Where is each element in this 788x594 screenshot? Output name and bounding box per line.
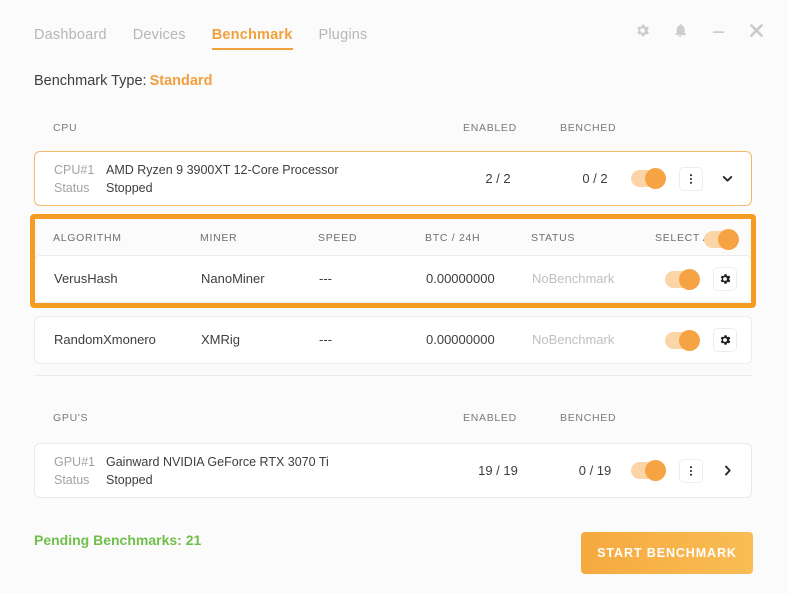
gpu-status-value: Stopped bbox=[106, 473, 153, 487]
toggle-knob bbox=[718, 229, 739, 250]
algorithm-row-actions bbox=[665, 317, 737, 363]
cpu-enable-toggle[interactable] bbox=[631, 168, 666, 189]
algorithm-speed: --- bbox=[319, 332, 332, 347]
gpu-enabled-value: 19 / 19 bbox=[478, 463, 518, 478]
speed-column-header: SPEED bbox=[318, 232, 358, 244]
minimize-icon[interactable] bbox=[708, 20, 728, 40]
cpu-enabled-value: 2 / 2 bbox=[485, 171, 511, 186]
algorithm-status: NoBenchmark bbox=[532, 332, 615, 347]
cpu-device-status-line: Status Stopped bbox=[54, 179, 339, 197]
tab-benchmark[interactable]: Benchmark bbox=[211, 27, 293, 50]
algorithm-settings-button[interactable] bbox=[713, 267, 737, 291]
algorithm-status: NoBenchmark bbox=[532, 271, 615, 286]
gpu-benched-value: 0 / 19 bbox=[578, 463, 612, 478]
benchmark-type-label: Benchmark Type: bbox=[34, 73, 147, 89]
algorithm-enable-toggle[interactable] bbox=[665, 268, 700, 290]
more-vertical-icon bbox=[689, 173, 693, 184]
benchmark-type: Benchmark Type: Standard bbox=[34, 73, 212, 89]
toggle-knob bbox=[645, 168, 666, 189]
algorithm-btc: 0.00000000 bbox=[426, 332, 495, 347]
btc-column-header: BTC / 24H bbox=[425, 232, 481, 244]
gpu-status-label: Status bbox=[54, 473, 90, 487]
gpu-column-header: GPU'S bbox=[53, 412, 89, 424]
algorithm-name: RandomXmonero bbox=[54, 332, 156, 347]
algorithm-table-header: ALGORITHM MINER SPEED BTC / 24H STATUS S… bbox=[34, 227, 752, 255]
gpu-device-model: Gainward NVIDIA GeForce RTX 3070 Ti bbox=[106, 455, 329, 469]
gpu-device-id: GPU#1 bbox=[54, 455, 95, 469]
cpu-device-row[interactable]: CPU#1 AMD Ryzen 9 3900XT 12-Core Process… bbox=[34, 151, 752, 206]
algorithm-row-randomxmonero[interactable]: RandomXmonero XMRig --- 0.00000000 NoBen… bbox=[34, 316, 752, 364]
algorithm-name: VerusHash bbox=[54, 271, 118, 286]
algorithm-miner: XMRig bbox=[201, 332, 241, 347]
cpu-benched-header: BENCHED bbox=[560, 122, 617, 134]
algorithm-speed: --- bbox=[319, 271, 332, 286]
algorithm-enable-toggle[interactable] bbox=[665, 329, 700, 351]
start-benchmark-button[interactable]: START BENCHMARK bbox=[581, 532, 753, 574]
gpu-section-header: GPU'S ENABLED BENCHED bbox=[34, 412, 754, 434]
cpu-benched-value: 0 / 2 bbox=[582, 171, 608, 186]
cpu-status-value: Stopped bbox=[106, 181, 153, 195]
select-all-toggle[interactable] bbox=[704, 229, 739, 250]
pending-benchmarks-label: Pending Benchmarks: 21 bbox=[34, 532, 202, 548]
tab-dashboard[interactable]: Dashboard bbox=[34, 27, 107, 50]
cpu-device-model: AMD Ryzen 9 3900XT 12-Core Processor bbox=[106, 163, 339, 177]
gpu-device-name-line: GPU#1 Gainward NVIDIA GeForce RTX 3070 T… bbox=[54, 453, 329, 471]
algorithm-column-header: ALGORITHM bbox=[53, 232, 122, 244]
cpu-status-label: Status bbox=[54, 181, 90, 195]
cpu-column-header: CPU bbox=[53, 122, 78, 134]
status-column-header: STATUS bbox=[531, 232, 576, 244]
window-controls bbox=[632, 20, 766, 40]
cpu-device-id: CPU#1 bbox=[54, 163, 95, 177]
gpu-enabled-header: ENABLED bbox=[463, 412, 517, 424]
gear-icon bbox=[720, 335, 731, 345]
gpu-enable-toggle[interactable] bbox=[631, 460, 666, 481]
chevron-right-icon bbox=[724, 465, 731, 476]
cpu-device-actions bbox=[631, 152, 737, 205]
main-nav-tabs: Dashboard Devices Benchmark Plugins bbox=[34, 27, 367, 50]
settings-icon[interactable] bbox=[632, 20, 652, 40]
tab-plugins[interactable]: Plugins bbox=[319, 27, 368, 50]
tab-devices[interactable]: Devices bbox=[133, 27, 186, 50]
algorithm-btc: 0.00000000 bbox=[426, 271, 495, 286]
benchmark-window: Dashboard Devices Benchmark Plugins Benc… bbox=[0, 0, 788, 594]
algorithm-settings-button[interactable] bbox=[713, 328, 737, 352]
cpu-enabled-header: ENABLED bbox=[463, 122, 517, 134]
algorithm-row-actions bbox=[665, 256, 737, 302]
top-bar: Dashboard Devices Benchmark Plugins bbox=[0, 0, 788, 68]
gpu-device-info: GPU#1 Gainward NVIDIA GeForce RTX 3070 T… bbox=[54, 453, 329, 489]
miner-column-header: MINER bbox=[200, 232, 238, 244]
gpu-device-row[interactable]: GPU#1 Gainward NVIDIA GeForce RTX 3070 T… bbox=[34, 443, 752, 498]
notifications-icon[interactable] bbox=[670, 20, 690, 40]
cpu-section-header: CPU ENABLED BENCHED bbox=[34, 122, 754, 144]
section-divider bbox=[34, 375, 752, 376]
cpu-device-name-line: CPU#1 AMD Ryzen 9 3900XT 12-Core Process… bbox=[54, 161, 339, 179]
toggle-knob bbox=[679, 268, 700, 290]
algorithm-miner: NanoMiner bbox=[201, 271, 265, 286]
gpu-device-actions bbox=[631, 444, 737, 497]
chevron-down-icon bbox=[722, 176, 732, 182]
algorithm-row-verushash[interactable]: VerusHash NanoMiner --- 0.00000000 NoBen… bbox=[34, 255, 752, 303]
benchmark-type-value[interactable]: Standard bbox=[150, 73, 213, 89]
cpu-expand-button[interactable] bbox=[717, 169, 737, 189]
close-icon[interactable] bbox=[746, 20, 766, 40]
toggle-knob bbox=[679, 329, 700, 351]
gpu-more-menu-button[interactable] bbox=[679, 458, 703, 483]
more-vertical-icon bbox=[689, 465, 693, 476]
gear-icon bbox=[720, 274, 731, 284]
gpu-device-status-line: Status Stopped bbox=[54, 471, 329, 489]
toggle-knob bbox=[645, 460, 666, 481]
gpu-expand-button[interactable] bbox=[717, 461, 737, 481]
cpu-device-info: CPU#1 AMD Ryzen 9 3900XT 12-Core Process… bbox=[54, 161, 339, 197]
gpu-benched-header: BENCHED bbox=[560, 412, 617, 424]
cpu-more-menu-button[interactable] bbox=[679, 166, 703, 191]
